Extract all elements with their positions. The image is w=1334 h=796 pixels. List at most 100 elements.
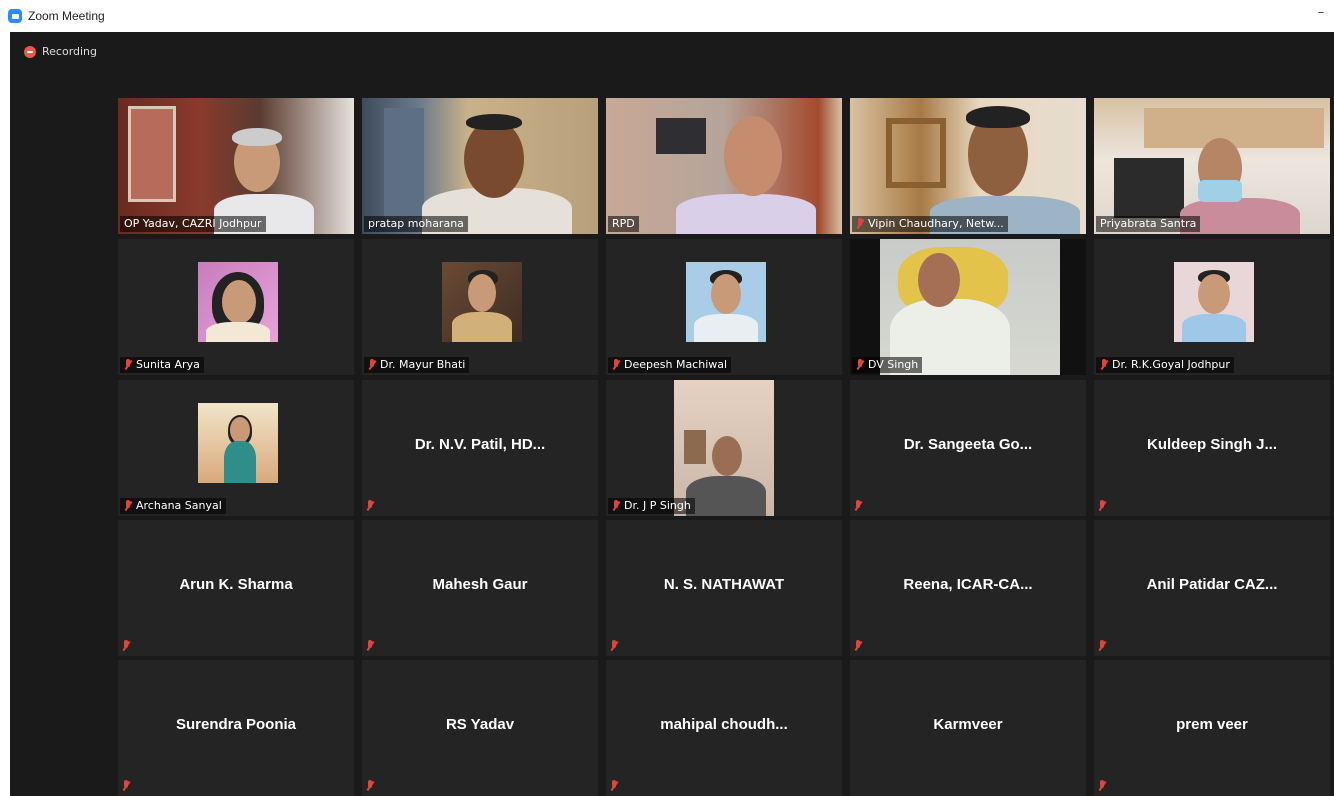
participant-video: [362, 98, 598, 234]
participant-tile[interactable]: Sunita Arya: [118, 239, 354, 375]
participant-name: prem veer: [1176, 716, 1248, 733]
gallery-grid: OP Yadav, CAZRI Jodhpur pratap moharana …: [118, 98, 1334, 796]
muted-mic-icon: [854, 640, 863, 652]
participant-tile[interactable]: Dr. Sangeeta Go...: [850, 380, 1086, 516]
muted-mic-icon: [368, 359, 377, 371]
participant-name: DV Singh: [868, 358, 919, 371]
muted-mic-icon: [856, 218, 865, 230]
participant-name-tag: Archana Sanyal: [120, 498, 226, 514]
participant-name: N. S. NATHAWAT: [663, 576, 785, 593]
participant-name: mahipal choudh...: [660, 716, 788, 733]
participant-video: [850, 239, 1086, 375]
participant-tile[interactable]: RPD: [606, 98, 842, 234]
participant-tile[interactable]: Arun K. Sharma: [118, 520, 354, 656]
recording-indicator[interactable]: Recording: [24, 45, 97, 58]
participant-name: Reena, ICAR-CA...: [903, 576, 1033, 593]
participant-tile[interactable]: Anil Patidar CAZ...: [1094, 520, 1330, 656]
window-title: Zoom Meeting: [28, 9, 105, 23]
participant-name: Archana Sanyal: [136, 499, 222, 512]
participant-name: Dr. R.K.Goyal Jodhpur: [1112, 358, 1230, 371]
participant-name: Sunita Arya: [136, 358, 200, 371]
participant-name-tag: Dr. R.K.Goyal Jodhpur: [1096, 357, 1234, 373]
participant-name-tag: Priyabrata Santra: [1096, 216, 1201, 232]
participant-tile[interactable]: mahipal choudh...: [606, 660, 842, 796]
participant-tile[interactable]: prem veer: [1094, 660, 1330, 796]
participant-name-tag: Deepesh Machiwal: [608, 357, 732, 373]
participant-name: Dr. J P Singh: [624, 499, 691, 512]
participant-name: Vipin Chaudhary, Netw...: [868, 217, 1004, 230]
muted-mic-icon: [124, 359, 133, 371]
muted-mic-icon: [122, 780, 131, 792]
participant-name: Dr. Sangeeta Go...: [903, 436, 1033, 453]
muted-mic-icon: [124, 500, 133, 512]
participant-name: Dr. N.V. Patil, HD...: [414, 436, 546, 453]
muted-mic-icon: [1098, 780, 1107, 792]
window-titlebar: Zoom Meeting –: [0, 0, 1334, 32]
muted-mic-icon: [366, 780, 375, 792]
participant-tile[interactable]: Dr. N.V. Patil, HD...: [362, 380, 598, 516]
participant-name: Deepesh Machiwal: [624, 358, 728, 371]
participant-tile[interactable]: Deepesh Machiwal: [606, 239, 842, 375]
participant-video: [118, 98, 354, 234]
muted-mic-icon: [856, 359, 865, 371]
minimize-button[interactable]: –: [1314, 6, 1328, 22]
muted-mic-icon: [612, 500, 621, 512]
muted-mic-icon: [366, 640, 375, 652]
participant-name-tag: RPD: [608, 216, 639, 232]
participant-tile[interactable]: Kuldeep Singh J...: [1094, 380, 1330, 516]
recording-icon: [24, 45, 36, 58]
participant-name: Mahesh Gaur: [432, 576, 528, 593]
muted-mic-icon: [1098, 640, 1107, 652]
participant-name: Kuldeep Singh J...: [1146, 436, 1277, 453]
muted-mic-icon: [854, 500, 863, 512]
participant-tile[interactable]: Dr. Mayur Bhati: [362, 239, 598, 375]
muted-mic-icon: [610, 640, 619, 652]
participant-name-tag: Dr. J P Singh: [608, 498, 695, 514]
participant-tile[interactable]: Karmveer: [850, 660, 1086, 796]
participant-name-tag: Sunita Arya: [120, 357, 204, 373]
muted-mic-icon: [366, 500, 375, 512]
zoom-camera-icon: [8, 9, 22, 23]
participant-name-tag: Vipin Chaudhary, Netw...: [852, 216, 1008, 232]
participant-tile[interactable]: Dr. J P Singh: [606, 380, 842, 516]
muted-mic-icon: [612, 359, 621, 371]
participant-name: RS Yadav: [445, 716, 515, 733]
profile-photo: [198, 262, 278, 342]
participant-video: [606, 380, 842, 516]
participant-video: [1094, 98, 1330, 234]
participant-name-tag: DV Singh: [852, 357, 923, 373]
muted-mic-icon: [122, 640, 131, 652]
recording-label: Recording: [42, 45, 98, 58]
participant-name: RPD: [612, 217, 635, 230]
participant-tile[interactable]: Mahesh Gaur: [362, 520, 598, 656]
participant-video: [850, 98, 1086, 234]
participant-name: Karmveer: [933, 716, 1003, 733]
participant-tile[interactable]: Vipin Chaudhary, Netw...: [850, 98, 1086, 234]
participant-name-tag: pratap moharana: [364, 216, 468, 232]
muted-mic-icon: [1100, 359, 1109, 371]
muted-mic-icon: [610, 780, 619, 792]
meeting-stage: Recording OP Yadav, CAZRI Jodhpur pratap…: [10, 32, 1334, 796]
participant-video: [606, 98, 842, 234]
participant-name-tag: Dr. Mayur Bhati: [364, 357, 470, 373]
participant-name: OP Yadav, CAZRI Jodhpur: [124, 217, 262, 230]
participant-tile[interactable]: Archana Sanyal: [118, 380, 354, 516]
participant-tile[interactable]: Dr. R.K.Goyal Jodhpur: [1094, 239, 1330, 375]
participant-tile[interactable]: Surendra Poonia: [118, 660, 354, 796]
participant-tile-active-speaker[interactable]: pratap moharana: [362, 98, 598, 234]
profile-photo: [442, 262, 522, 342]
participant-name: pratap moharana: [368, 217, 464, 230]
participant-name: Surendra Poonia: [175, 716, 297, 733]
profile-photo: [686, 262, 766, 342]
participant-tile[interactable]: RS Yadav: [362, 660, 598, 796]
participant-tile[interactable]: DV Singh: [850, 239, 1086, 375]
participant-tile[interactable]: OP Yadav, CAZRI Jodhpur: [118, 98, 354, 234]
participant-name: Anil Patidar CAZ...: [1146, 576, 1278, 593]
profile-photo: [1174, 262, 1254, 342]
participant-tile[interactable]: Reena, ICAR-CA...: [850, 520, 1086, 656]
participant-tile[interactable]: Priyabrata Santra: [1094, 98, 1330, 234]
participant-tile[interactable]: N. S. NATHAWAT: [606, 520, 842, 656]
participant-name: Priyabrata Santra: [1100, 217, 1197, 230]
participant-name: Dr. Mayur Bhati: [380, 358, 466, 371]
participant-name: Arun K. Sharma: [179, 576, 293, 593]
